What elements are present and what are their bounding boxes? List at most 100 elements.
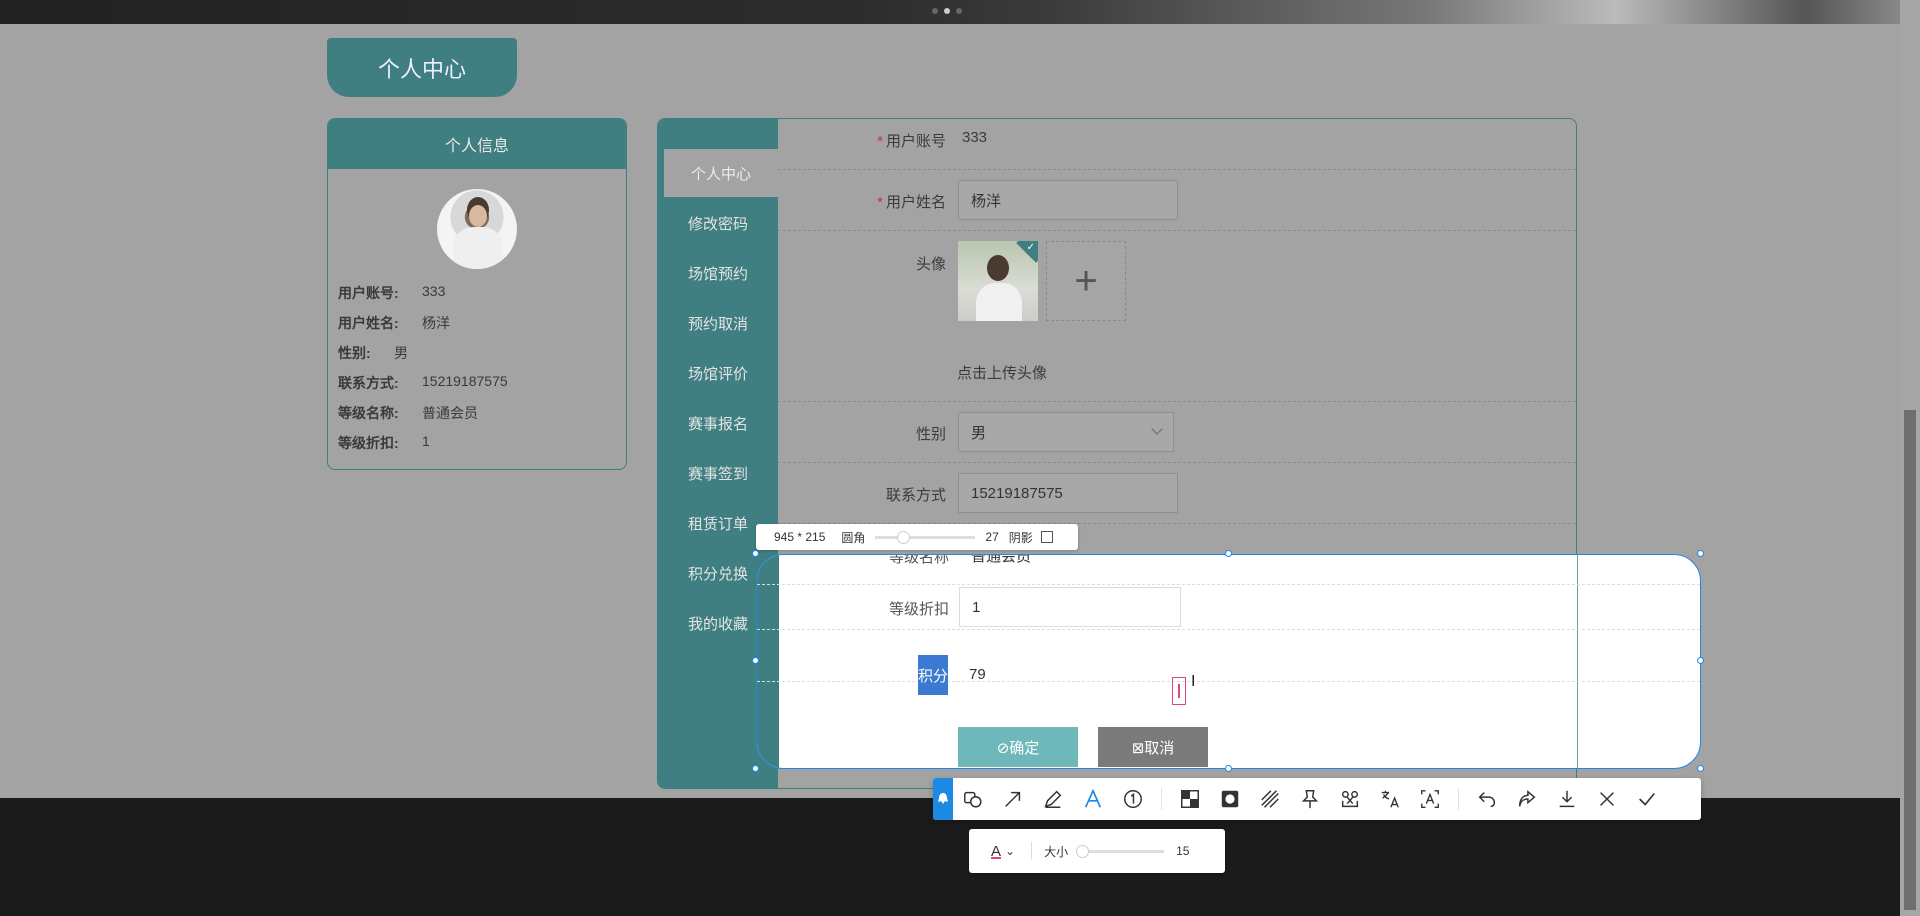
radius-label: 圆角 (841, 530, 866, 545)
hatch-icon[interactable] (1250, 778, 1290, 820)
shape-icon[interactable] (953, 778, 993, 820)
info-key: 联系方式: (338, 375, 399, 391)
menu-item-personal-center[interactable]: 个人中心 (664, 149, 778, 197)
menu-item-change-password[interactable]: 修改密码 (658, 199, 778, 247)
info-row-discount: 等级折扣: 1 (338, 433, 430, 453)
scrollbar-thumb[interactable] (1904, 410, 1916, 910)
resize-handle-w[interactable] (752, 657, 759, 664)
points-label: 积分 (918, 655, 948, 695)
info-key: 等级折扣: (338, 435, 399, 451)
text-annotation-box[interactable] (1172, 677, 1186, 705)
account-label: * 用户账号 (877, 133, 946, 150)
name-label: * 用户姓名 (877, 194, 946, 211)
resize-handle-nw[interactable] (752, 550, 759, 557)
number-icon[interactable] (1113, 778, 1153, 820)
resize-handle-se[interactable] (1697, 765, 1704, 772)
menu-item-event-checkin[interactable]: 赛事签到 (658, 449, 778, 497)
pen-icon[interactable] (1033, 778, 1073, 820)
form-row-phone: 联系方式 15219187575 (778, 463, 1576, 524)
info-key: 等级名称: (338, 405, 399, 421)
resize-handle-n[interactable] (1225, 550, 1232, 557)
font-size-slider[interactable] (1076, 844, 1165, 858)
mosaic-icon[interactable] (1170, 778, 1210, 820)
shadow-checkbox[interactable] (1040, 531, 1053, 543)
options-divider (1031, 842, 1033, 860)
arrow-icon[interactable] (993, 778, 1033, 820)
pin-icon[interactable] (1290, 778, 1330, 820)
radius-value: 27 (985, 530, 999, 544)
carousel-dot[interactable] (956, 8, 962, 14)
download-icon[interactable] (1547, 778, 1587, 820)
toolbar-divider (1161, 788, 1162, 810)
undo-icon[interactable] (1467, 778, 1507, 820)
form-row-points (757, 630, 1700, 682)
carousel-dot-active[interactable] (944, 8, 950, 14)
info-key: 用户账号: (338, 285, 399, 301)
avatar-label: 头像 (915, 256, 946, 273)
menu-item-venue-booking[interactable]: 场馆预约 (658, 249, 778, 297)
info-value: 15219187575 (422, 373, 508, 389)
text-icon[interactable] (1073, 778, 1113, 820)
menu-item-event-signup[interactable]: 赛事报名 (658, 399, 778, 447)
resize-handle-ne[interactable] (1697, 550, 1704, 557)
close-icon[interactable] (1587, 778, 1627, 820)
resize-handle-e[interactable] (1697, 657, 1704, 664)
discount-label: 等级折扣 (888, 601, 949, 618)
uploaded-avatar-thumb[interactable]: ✓ (958, 241, 1038, 321)
redo-icon[interactable] (1507, 778, 1547, 820)
ocr-icon[interactable] (1330, 778, 1370, 820)
circle-fill-icon[interactable] (1210, 778, 1250, 820)
check-icon[interactable] (1627, 778, 1667, 820)
account-value: 333 (962, 129, 988, 146)
gender-value: 男 (971, 424, 987, 442)
resize-handle-sw[interactable] (752, 765, 759, 772)
upload-plus-button[interactable]: + (1046, 241, 1126, 321)
form-row-discount: 等级折扣 1 (757, 585, 1700, 630)
form-row-gender: 性别 男 (778, 402, 1576, 463)
info-row-gender: 性别: 男 (338, 343, 408, 363)
phone-label: 联系方式 (885, 487, 946, 504)
info-value: 333 (422, 283, 446, 299)
gender-select[interactable]: 男 (958, 412, 1174, 452)
capture-toolbar (933, 778, 1701, 820)
radius-slider-knob[interactable] (897, 530, 911, 544)
level-label: 等级名称 (888, 554, 949, 566)
scrollbar[interactable] (1900, 0, 1920, 916)
plus-icon: + (1074, 258, 1098, 303)
text-detect-icon[interactable] (1410, 778, 1450, 820)
carousel-dots[interactable] (932, 8, 962, 14)
toolbar-handle-icon[interactable] (933, 778, 953, 820)
check-icon: ✓ (1026, 242, 1035, 253)
text-color-glyph: A (991, 842, 1002, 860)
phone-input[interactable]: 15219187575 (958, 473, 1178, 513)
translate-icon[interactable] (1370, 778, 1410, 820)
info-key: 性别: (338, 345, 371, 361)
font-size-label: 大小 (1044, 844, 1069, 859)
text-options-panel: A ⌄ 大小 15 (969, 829, 1225, 873)
radius-slider[interactable] (875, 530, 976, 544)
cancel-button[interactable]: ⊠取消 (1098, 727, 1208, 767)
level-select[interactable]: 普通会员 (959, 555, 1181, 575)
points-value: 79 (969, 666, 986, 683)
top-banner (0, 0, 1900, 24)
capture-selection[interactable]: 等级名称 普通会员 等级折扣 1 (756, 554, 1701, 769)
menu-item-booking-cancel[interactable]: 预约取消 (658, 299, 778, 347)
form-row-account: * 用户账号 333 (778, 119, 1576, 170)
form-row-level: 等级名称 普通会员 (757, 555, 1700, 585)
info-card-header: 个人信息 (328, 119, 626, 169)
page-title: 个人中心 (327, 38, 517, 97)
carousel-dot[interactable] (932, 8, 938, 14)
menu-item-venue-review[interactable]: 场馆评价 (658, 349, 778, 397)
name-input[interactable]: 杨洋 (958, 180, 1178, 220)
toolbar-divider (1458, 788, 1459, 810)
user-avatar (437, 189, 517, 269)
confirm-button[interactable]: ⊘确定 (958, 727, 1078, 767)
font-size-slider-knob[interactable] (1076, 844, 1090, 858)
text-color-picker[interactable]: A ⌄ (991, 843, 1015, 860)
info-row-phone: 联系方式: 15219187575 (338, 373, 508, 393)
discount-input[interactable]: 1 (959, 587, 1181, 627)
info-key: 用户姓名: (338, 315, 399, 331)
form-row-name: * 用户姓名 杨洋 (778, 170, 1576, 231)
resize-handle-s[interactable] (1225, 765, 1232, 772)
personal-info-card: 个人信息 用户账号: 333 用户姓名: 杨洋 性别: 男 联系方式: 15219187… (327, 118, 627, 470)
